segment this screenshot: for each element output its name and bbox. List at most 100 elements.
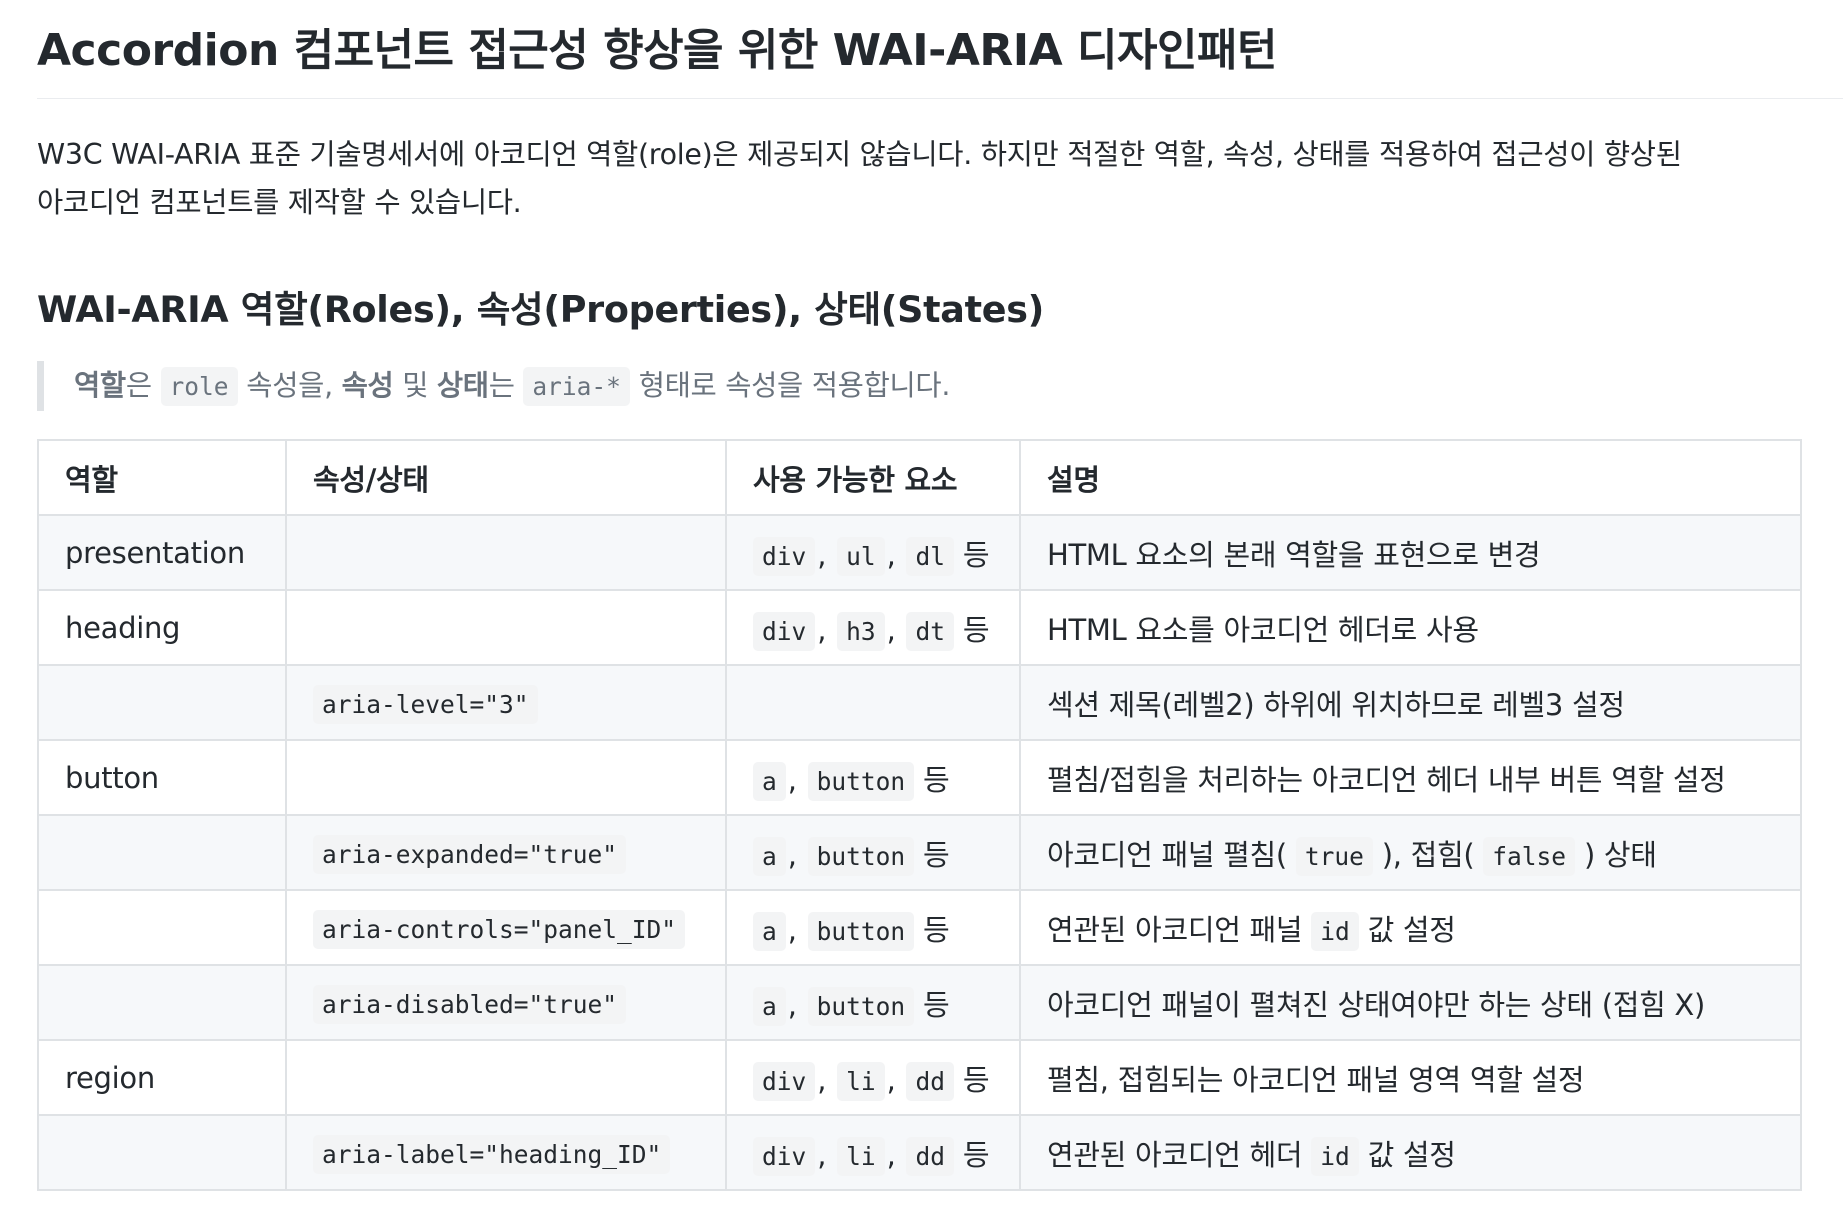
cell-role: button — [37, 739, 287, 816]
cell-description: 섹션 제목(레벨2) 하위에 위치하므로 레벨3 설정 — [1019, 664, 1802, 741]
cell-role: region — [37, 1039, 287, 1116]
cell-role — [37, 964, 287, 1041]
description-text: HTML 요소의 본래 역할을 표현으로 변경 — [1047, 537, 1541, 572]
cell-elements: a, button 등 — [725, 889, 1021, 966]
elements-suffix: 등 — [962, 1062, 990, 1097]
table-row: aria-level="3" 섹션 제목(레벨2) 하위에 위치하므로 레벨3 설… — [37, 664, 1802, 741]
elements-suffix: 등 — [962, 612, 990, 647]
cell-description: 펼침, 접힘되는 아코디언 패널 영역 역할 설정 — [1019, 1039, 1802, 1116]
column-header-description: 설명 — [1019, 439, 1802, 516]
inline-code: aria-* — [523, 367, 630, 406]
cell-description: 아코디언 패널이 펼쳐진 상태여야만 하는 상태 (접힘 X) — [1019, 964, 1802, 1041]
cell-attribute: aria-controls="panel_ID" — [285, 889, 727, 966]
description-code: true — [1295, 836, 1373, 876]
description-text: 펼침/접힘을 처리하는 아코디언 헤더 내부 버튼 역할 설정 — [1047, 762, 1726, 797]
table-row: aria-controls="panel_ID" a, button 등 연관된 아… — [37, 889, 1802, 966]
note-text: 및 — [393, 369, 437, 402]
element-code: li — [837, 1061, 885, 1101]
cell-role — [37, 889, 287, 966]
element-code: dd — [906, 1061, 954, 1101]
attribute-code: aria-level="3" — [313, 684, 538, 724]
note-bold-properties: 속성 — [341, 369, 394, 402]
table-row: aria-label="heading_ID" div, li, dd 등 연관된 … — [37, 1114, 1802, 1191]
cell-description: 아코디언 패널 펼침( true ), 접힘( false ) 상태 — [1019, 814, 1802, 891]
cell-description: HTML 요소의 본래 역할을 표현으로 변경 — [1019, 514, 1802, 591]
cell-attribute: aria-expanded="true" — [285, 814, 727, 891]
table-row: heading div, h3, dt 등 HTML 요소를 아코디언 헤더로 사용 — [37, 589, 1802, 666]
document: Accordion 컴포넌트 접근성 향상을 위한 WAI-ARIA 디자인패턴… — [0, 0, 1843, 1191]
cell-attribute — [285, 1039, 727, 1116]
element-code: div — [753, 611, 816, 651]
description-text: 펼침, 접힘되는 아코디언 패널 영역 역할 설정 — [1047, 1062, 1585, 1097]
cell-role — [37, 814, 287, 891]
column-header-attribute: 속성/상태 — [285, 439, 727, 516]
table-row: aria-disabled="true" a, button 등 아코디언 패널이 … — [37, 964, 1802, 1041]
page-title: Accordion 컴포넌트 접근성 향상을 위한 WAI-ARIA 디자인패턴 — [37, 0, 1843, 99]
attribute-code: aria-controls="panel_ID" — [313, 909, 686, 949]
description-text: HTML 요소를 아코디언 헤더로 사용 — [1047, 612, 1479, 647]
description-text: 연관된 아코디언 패널 — [1047, 912, 1312, 947]
description-text: 아코디언 패널 펼침( — [1047, 837, 1296, 872]
elements-suffix: 등 — [923, 912, 950, 947]
element-code: li — [837, 1136, 885, 1176]
attribute-code: aria-label="heading_ID" — [313, 1134, 671, 1174]
element-code: button — [807, 986, 915, 1026]
section-heading: WAI-ARIA 역할(Roles), 속성(Properties), 상태(S… — [37, 288, 1045, 331]
cell-elements — [725, 664, 1021, 741]
cell-attribute — [285, 739, 727, 816]
cell-attribute: aria-level="3" — [285, 664, 727, 741]
cell-role: presentation — [37, 514, 287, 591]
table-row: presentation div, ul, dl 등 HTML 요소의 본래 역할을… — [37, 514, 1802, 591]
note-text: 는 — [488, 369, 524, 402]
description-code: id — [1311, 911, 1359, 951]
attribute-code: aria-disabled="true" — [313, 984, 627, 1024]
cell-elements: div, h3, dt 등 — [725, 589, 1021, 666]
cell-attribute: aria-label="heading_ID" — [285, 1114, 727, 1191]
description-code: id — [1311, 1136, 1359, 1176]
intro-line-2: 아코디언 컴포넌트를 제작할 수 있습니다. — [37, 186, 522, 219]
element-code: div — [753, 536, 816, 576]
element-code: ul — [837, 536, 885, 576]
description-text: 값 설정 — [1358, 1137, 1456, 1172]
description-text: 섹션 제목(레벨2) 하위에 위치하므로 레벨3 설정 — [1047, 687, 1625, 722]
element-code: a — [753, 836, 786, 876]
element-code: button — [807, 761, 915, 801]
element-code: div — [753, 1061, 816, 1101]
description-text: 값 설정 — [1358, 912, 1456, 947]
note-bold-role: 역할 — [74, 369, 126, 402]
cell-elements: a, button 등 — [725, 739, 1021, 816]
element-code: h3 — [837, 611, 885, 651]
column-header-elements: 사용 가능한 요소 — [725, 439, 1021, 516]
element-code: dd — [906, 1136, 954, 1176]
intro-line-1: W3C WAI-ARIA 표준 기술명세서에 아코디언 역할(role)은 제공… — [37, 138, 1682, 171]
cell-attribute — [285, 589, 727, 666]
elements-suffix: 등 — [923, 762, 950, 797]
description-text: ), 접힘( — [1372, 837, 1484, 872]
note-text: 형태로 속성을 적용합니다. — [629, 369, 951, 402]
cell-role: heading — [37, 589, 287, 666]
element-code: a — [753, 761, 786, 801]
element-code: button — [807, 911, 915, 951]
cell-elements: a, button 등 — [725, 814, 1021, 891]
note-bold-states: 상태 — [436, 369, 489, 402]
elements-suffix: 등 — [962, 1137, 990, 1172]
cell-description: HTML 요소를 아코디언 헤더로 사용 — [1019, 589, 1802, 666]
description-text: ) 상태 — [1575, 837, 1657, 872]
table-header-row: 역할 속성/상태 사용 가능한 요소 설명 — [37, 439, 1802, 516]
element-code: button — [807, 836, 915, 876]
cell-attribute — [285, 514, 727, 591]
aria-table: 역할 속성/상태 사용 가능한 요소 설명 presentation div, u… — [37, 439, 1802, 1191]
description-text: 아코디언 패널이 펼쳐진 상태여야만 하는 상태 (접힘 X) — [1047, 987, 1706, 1022]
element-code: dl — [906, 536, 954, 576]
note-text: 은 — [125, 369, 161, 402]
element-code: dt — [906, 611, 954, 651]
cell-role — [37, 1114, 287, 1191]
elements-suffix: 등 — [923, 837, 950, 872]
table-row: region div, li, dd 등 펼침, 접힘되는 아코디언 패널 영역 역… — [37, 1039, 1802, 1116]
cell-description: 연관된 아코디언 패널 id 값 설정 — [1019, 889, 1802, 966]
description-code: false — [1483, 836, 1576, 876]
table-row: button a, button 등 펼침/접힘을 처리하는 아코디언 헤더 내부 … — [37, 739, 1802, 816]
elements-suffix: 등 — [923, 987, 950, 1022]
cell-elements: div, ul, dl 등 — [725, 514, 1021, 591]
note-text: 속성을, — [237, 369, 342, 402]
